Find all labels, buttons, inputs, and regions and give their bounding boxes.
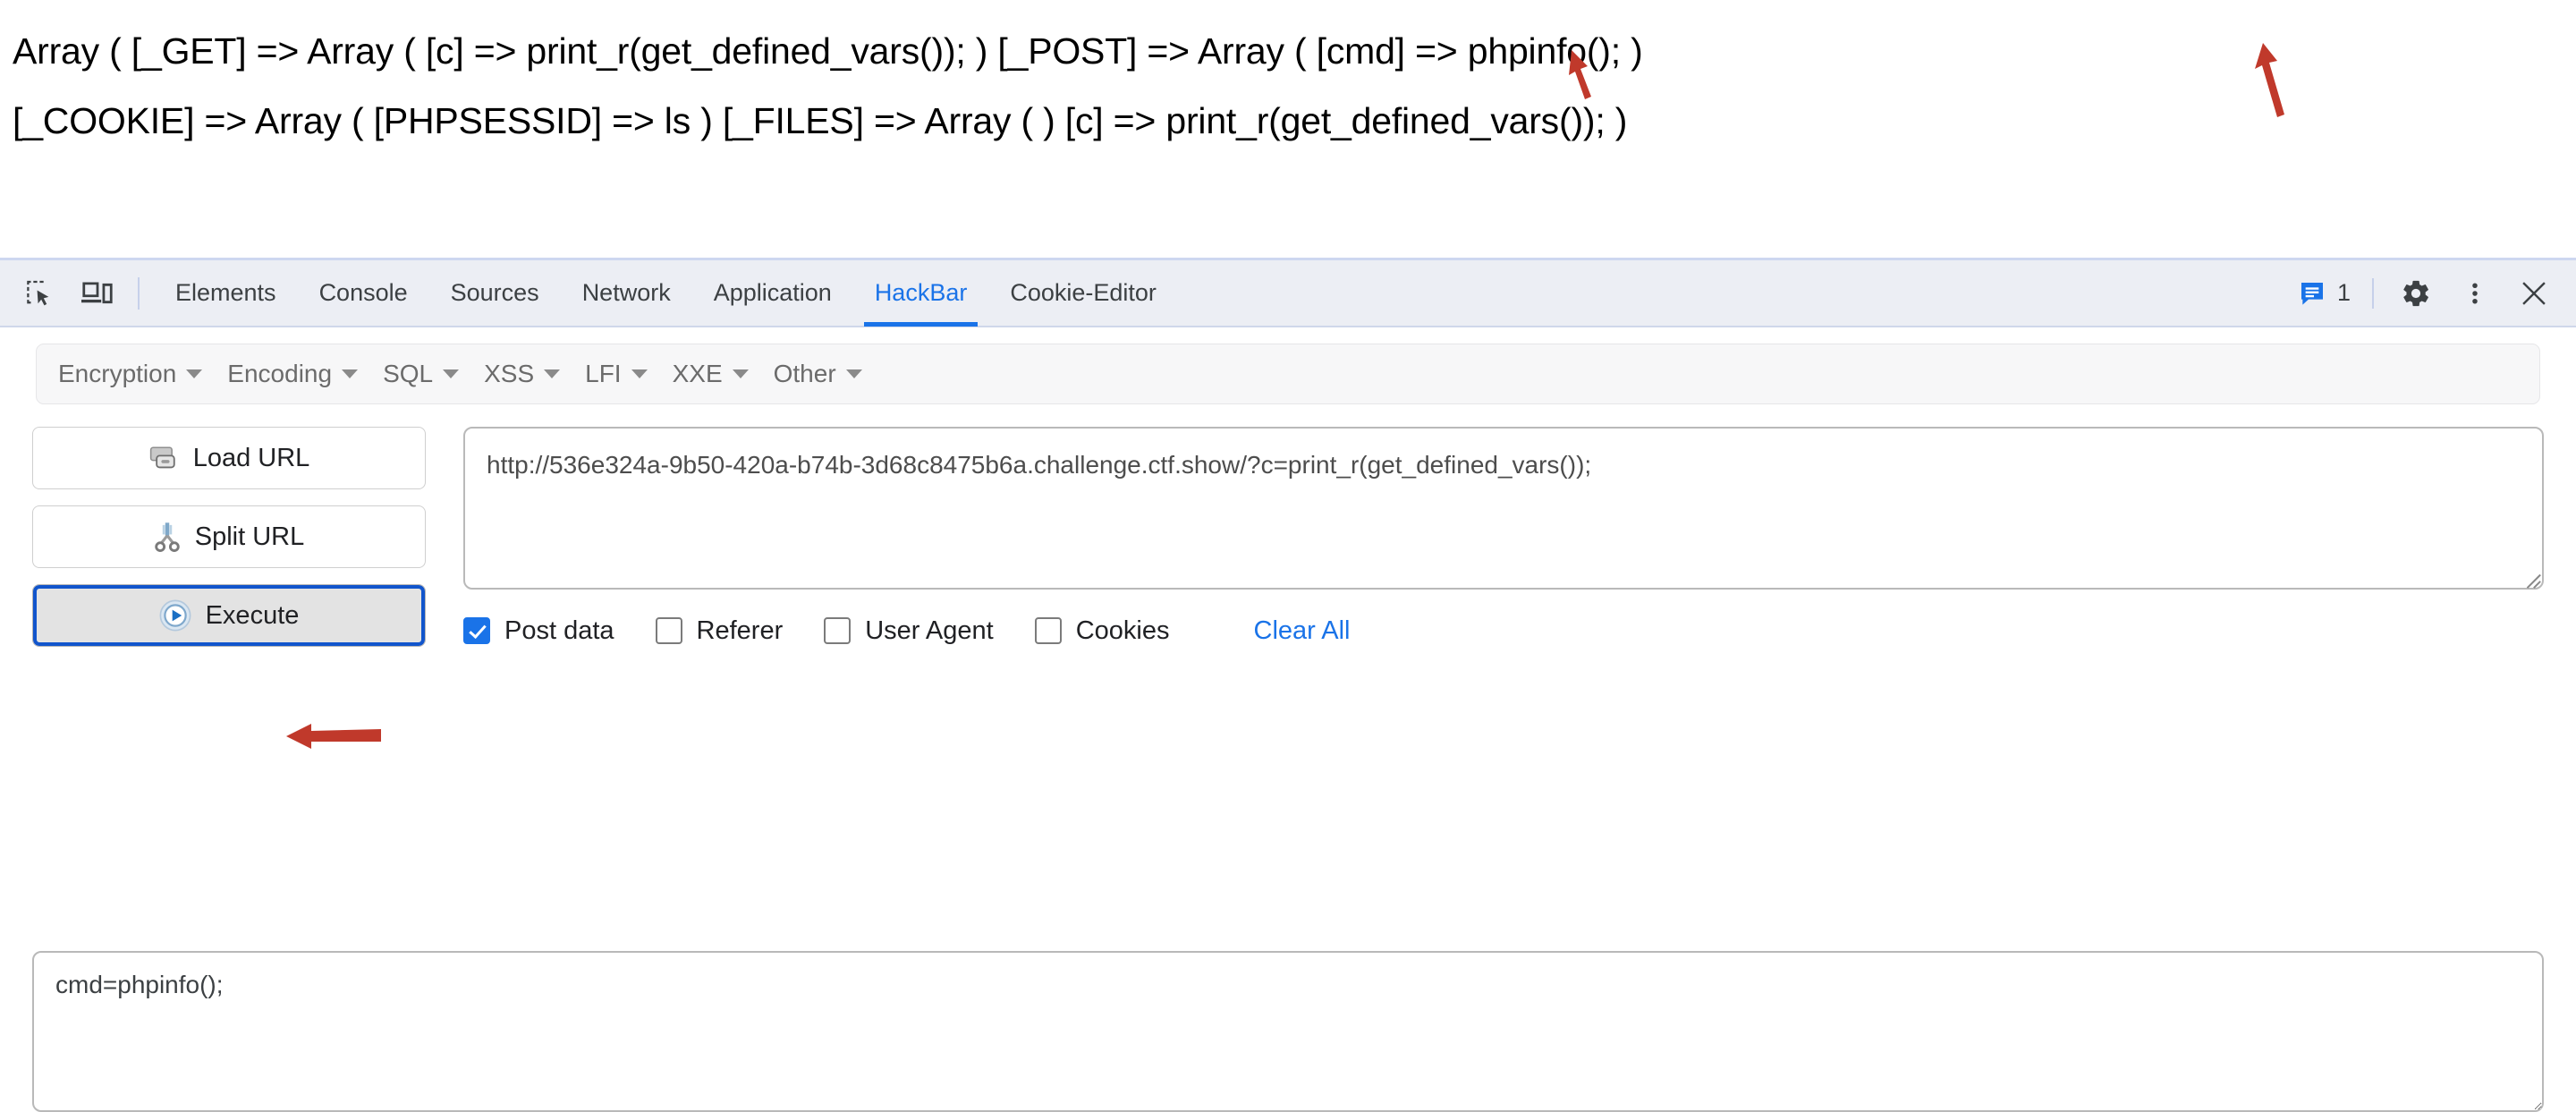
hackbar-options-row: Post data Referer User Agent Cookies Cle… [463,607,1351,654]
execute-icon [159,599,191,632]
menu-lfi[interactable]: LFI [572,351,659,397]
menu-label: Encryption [58,360,177,387]
php-output-line-2: [_COOKIE] => Array ( [PHPSESSID] => ls )… [13,100,1628,141]
tab-label: Sources [450,279,539,306]
chevron-down-icon [186,369,203,378]
message-count-label: 1 [2336,279,2351,306]
checkbox-label: User Agent [865,615,994,645]
menu-sql[interactable]: SQL [370,351,471,397]
checkbox-box[interactable] [463,617,490,644]
devtools-tabs: Elements Console Sources Network Applica… [154,259,1178,327]
tab-label: HackBar [874,279,968,306]
menu-label: XXE [672,360,723,387]
tab-hackbar[interactable]: HackBar [853,259,989,327]
kebab-menu-icon [2472,283,2478,303]
load-url-icon [148,445,179,471]
menu-label: Other [773,360,836,387]
devtools-panel: Elements Console Sources Network Applica… [0,258,2576,1112]
chevron-down-icon [443,369,460,378]
checkbox-user-agent[interactable]: User Agent [824,615,994,646]
tab-label: Application [713,279,832,306]
checkbox-label: Cookies [1075,615,1170,645]
menu-label: SQL [383,360,434,387]
hackbar-menubar: Encryption Encoding SQL XSS LFI XXE Othe… [36,344,2540,404]
checkbox-box[interactable] [655,617,682,644]
checkbox-box[interactable] [1034,617,1062,644]
device-toolbar-icon [81,282,113,303]
execute-button[interactable]: Execute [32,584,426,647]
message-count-button[interactable] [2298,267,2326,319]
inspect-element-button[interactable] [13,267,64,319]
tab-elements[interactable]: Elements [154,259,298,327]
message-icon [2301,282,2323,305]
php-output-area: Array ( [_GET] => Array ( [c] => print_r… [0,0,2576,258]
chevron-down-icon [544,369,561,378]
url-input[interactable] [463,427,2544,590]
tab-network[interactable]: Network [561,259,692,327]
more-options-button[interactable] [2449,267,2501,319]
tab-label: Elements [175,279,276,306]
chevron-down-icon [732,369,749,378]
load-url-button[interactable]: Load URL [32,427,426,489]
checkbox-cookies[interactable]: Cookies [1034,615,1170,646]
split-url-icon [154,522,181,552]
tab-sources[interactable]: Sources [429,259,561,327]
device-toolbar-button[interactable] [72,267,123,319]
close-devtools-button[interactable] [2508,267,2560,319]
menu-xxe[interactable]: XXE [660,351,761,397]
checkbox-post-data[interactable]: Post data [463,616,614,646]
devtools-tabstrip: Elements Console Sources Network Applica… [0,260,2576,327]
tab-label: Console [318,279,408,306]
menu-encryption[interactable]: Encryption [46,351,215,397]
devtools-toolbar-right: 1 [2298,267,2576,319]
tab-application[interactable]: Application [692,259,853,327]
clear-all-link[interactable]: Clear All [1254,616,1351,646]
menu-xss[interactable]: XSS [471,351,572,397]
checkbox-label: Referer [696,615,784,645]
execute-label: Execute [205,600,300,630]
toolbar-divider [138,276,140,310]
checkbox-referer[interactable]: Referer [655,615,784,646]
split-url-button[interactable]: Split URL [32,505,426,568]
post-data-input[interactable] [32,951,2544,1112]
load-url-label: Load URL [192,443,310,472]
chevron-down-icon [631,369,648,378]
checkbox-box[interactable] [824,617,852,644]
inspect-element-icon [27,280,49,305]
menu-encoding[interactable]: Encoding [215,351,370,397]
split-url-label: Split URL [194,522,305,551]
menu-label: Encoding [227,360,333,387]
gear-icon [2403,280,2428,306]
toolbar-right-divider [2372,277,2374,309]
menu-label: LFI [585,360,622,387]
chevron-down-icon [845,369,862,378]
settings-button[interactable] [2390,267,2442,319]
tab-label: Cookie-Editor [1010,279,1157,306]
checkbox-label: Post data [504,615,614,645]
menu-other[interactable]: Other [761,351,875,397]
tab-cookie-editor[interactable]: Cookie-Editor [988,259,1178,327]
menu-label: XSS [484,360,535,387]
php-output-line-1: Array ( [_GET] => Array ( [c] => print_r… [13,30,1643,72]
close-icon [2522,281,2546,305]
chevron-down-icon [342,369,359,378]
tab-console[interactable]: Console [298,259,429,327]
hackbar-button-column: Load URL Split URL Execute [32,427,426,663]
tab-label: Network [581,279,671,306]
